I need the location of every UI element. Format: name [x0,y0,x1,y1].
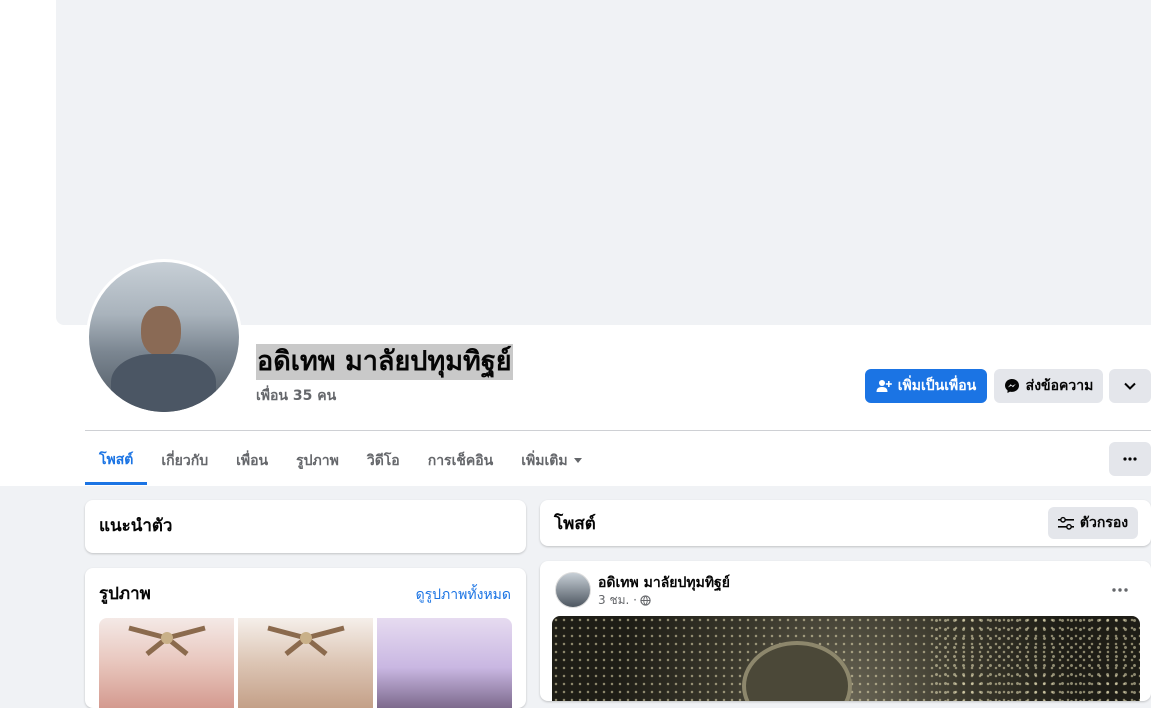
intro-card: แนะนำตัว [85,500,526,553]
globe-icon [640,595,651,606]
filter-label: ตัวกรอง [1079,515,1129,531]
add-friend-button[interactable]: เพิ่มเป็นเพื่อน [865,369,987,403]
post-image[interactable] [552,616,1140,701]
add-friend-label: เพิ่มเป็นเพื่อน [897,378,977,394]
post-card: อดิเทพ มาลัยปทุมทิฐย์ 3 ชม. · [540,561,1151,701]
posts-header-card: โพสต์ ตัวกรอง [540,500,1151,546]
profile-header: อดิเทพ มาลัยปทุมทิฐย์ เพื่อน 35 คน เพิ่ม… [0,0,1151,486]
more-horizontal-icon [1112,588,1128,592]
photo-thumbnail[interactable] [238,618,373,708]
send-message-label: ส่งข้อความ [1025,378,1094,394]
profile-avatar[interactable] [86,259,242,415]
cover-photo[interactable] [56,0,1151,325]
tab-videos[interactable]: วิดีโอ [353,437,414,485]
posts-title: โพสต์ [554,514,596,534]
friends-count[interactable]: เพื่อน 35 คน [256,385,336,407]
filter-button[interactable]: ตัวกรอง [1048,507,1138,539]
more-horizontal-icon [1123,457,1137,461]
see-all-photos-link[interactable]: ดูรูปภาพทั้งหมด [416,584,511,606]
post-time[interactable]: 3 ชม. · [598,591,637,610]
post-options-button[interactable] [1112,577,1128,596]
header-divider [85,430,1151,431]
post-author-avatar[interactable] [555,572,591,608]
tab-more[interactable]: เพิ่มเติม [507,437,595,485]
chevron-down-icon [1124,382,1136,390]
filter-icon [1057,516,1074,530]
post-meta: 3 ชม. · [598,591,651,610]
tab-checkins[interactable]: การเช็คอิน [414,437,508,485]
profile-tabs: โพสต์ เกี่ยวกับ เพื่อน รูปภาพ วิดีโอ การ… [85,437,596,485]
send-message-button[interactable]: ส่งข้อความ [994,369,1103,403]
profile-name: อดิเทพ มาลัยปทุมทิฐย์ [256,344,513,380]
intro-title: แนะนำตัว [99,516,173,536]
profile-more-dropdown-button[interactable] [1109,369,1151,403]
tab-friends[interactable]: เพื่อน [222,437,282,485]
photos-title: รูปภาพ [99,584,151,604]
tab-about[interactable]: เกี่ยวกับ [147,437,222,485]
tab-photos[interactable]: รูปภาพ [282,437,353,485]
tabs-overflow-button[interactable] [1109,442,1151,476]
messenger-icon [1004,379,1019,393]
photo-thumbnail[interactable] [99,618,234,708]
tab-posts[interactable]: โพสต์ [85,437,148,485]
add-friend-icon [876,380,892,392]
caret-down-icon [573,458,582,463]
photo-thumbnail[interactable] [377,618,512,708]
photos-card: รูปภาพ ดูรูปภาพทั้งหมด [85,568,526,708]
